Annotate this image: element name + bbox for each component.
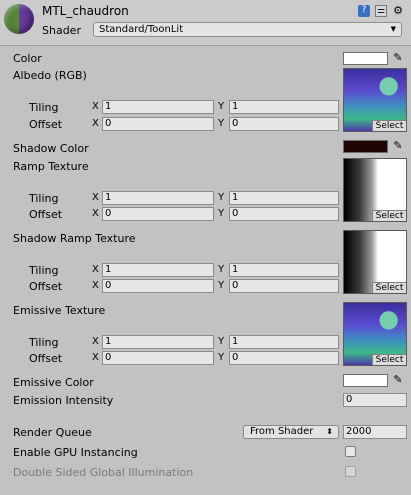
- shadow-color-swatch[interactable]: [343, 140, 388, 153]
- shadow-ramp-offset-y[interactable]: 0: [229, 279, 339, 293]
- emissive-offset-x[interactable]: 0: [102, 351, 214, 365]
- x-label: X: [92, 280, 99, 291]
- chevron-down-icon: ▼: [390, 25, 396, 33]
- shadow-ramp-texture-slot[interactable]: Select: [343, 230, 407, 294]
- material-header: MTL_chaudron ? ⚌ ⚙ Shader Standard/ToonL…: [0, 0, 411, 46]
- albedo-select-button[interactable]: Select: [372, 120, 406, 131]
- offset-label: Offset: [29, 118, 63, 131]
- preset-icon[interactable]: ⚌: [375, 5, 387, 17]
- ramp-offset-x[interactable]: 0: [102, 207, 214, 221]
- y-label: Y: [218, 352, 225, 363]
- y-label: Y: [218, 208, 225, 219]
- render-queue-field[interactable]: 2000: [343, 425, 407, 439]
- emissive-select-button[interactable]: Select: [372, 354, 406, 365]
- albedo-tiling-y[interactable]: 1: [229, 100, 339, 114]
- albedo-texture-slot[interactable]: Select: [343, 68, 407, 132]
- y-label: Y: [218, 101, 225, 112]
- tiling-label: Tiling: [29, 101, 59, 114]
- shader-label: Shader: [42, 24, 81, 37]
- ramp-offset-y[interactable]: 0: [229, 207, 339, 221]
- emissive-tiling-y[interactable]: 1: [229, 335, 339, 349]
- x-label: X: [92, 192, 99, 203]
- y-label: Y: [218, 280, 225, 291]
- emission-intensity-field[interactable]: 0: [343, 393, 407, 407]
- x-label: X: [92, 336, 99, 347]
- color-swatch[interactable]: [343, 52, 388, 65]
- eyedropper-icon[interactable]: ✎: [392, 140, 404, 153]
- eyedropper-icon[interactable]: ✎: [392, 374, 404, 387]
- shader-dropdown[interactable]: Standard/ToonLit ▼: [93, 22, 402, 37]
- ramp-select-button[interactable]: Select: [372, 210, 406, 221]
- shadow-ramp-tiling-x[interactable]: 1: [102, 263, 214, 277]
- offset-label: Offset: [29, 352, 63, 365]
- y-label: Y: [218, 118, 225, 129]
- ramp-tiling-x[interactable]: 1: [102, 191, 214, 205]
- albedo-offset-x[interactable]: 0: [102, 117, 214, 131]
- albedo-tiling-x[interactable]: 1: [102, 100, 214, 114]
- ramp-texture-label: Ramp Texture: [13, 160, 89, 173]
- emissive-color-swatch[interactable]: [343, 374, 388, 387]
- settings-icon[interactable]: ⚙: [392, 5, 404, 17]
- ramp-tiling-y[interactable]: 1: [229, 191, 339, 205]
- y-label: Y: [218, 336, 225, 347]
- material-preview-icon: [4, 4, 34, 34]
- shader-value: Standard/ToonLit: [99, 24, 184, 35]
- x-label: X: [92, 118, 99, 129]
- y-label: Y: [218, 192, 225, 203]
- render-queue-label: Render Queue: [13, 426, 92, 439]
- shadow-ramp-tiling-y[interactable]: 1: [229, 263, 339, 277]
- offset-label: Offset: [29, 280, 63, 293]
- tiling-label: Tiling: [29, 336, 59, 349]
- color-label: Color: [13, 52, 42, 65]
- tiling-label: Tiling: [29, 192, 59, 205]
- help-icon[interactable]: ?: [358, 5, 370, 17]
- emissive-texture-label: Emissive Texture: [13, 304, 106, 317]
- ramp-texture-slot[interactable]: Select: [343, 158, 407, 222]
- x-label: X: [92, 101, 99, 112]
- tiling-label: Tiling: [29, 264, 59, 277]
- updown-arrow-icon: ⬍: [326, 427, 333, 436]
- emissive-offset-y[interactable]: 0: [229, 351, 339, 365]
- shadow-ramp-offset-x[interactable]: 0: [102, 279, 214, 293]
- x-label: X: [92, 208, 99, 219]
- eyedropper-icon[interactable]: ✎: [392, 52, 404, 65]
- emission-intensity-label: Emission Intensity: [13, 394, 114, 407]
- shadow-ramp-select-button[interactable]: Select: [372, 282, 406, 293]
- gpu-instancing-label: Enable GPU Instancing: [13, 446, 138, 459]
- double-sided-gi-label: Double Sided Global Illumination: [13, 466, 194, 479]
- x-label: X: [92, 264, 99, 275]
- gpu-instancing-checkbox[interactable]: [345, 446, 356, 457]
- render-queue-mode: From Shader: [250, 426, 314, 437]
- double-sided-gi-checkbox: [345, 466, 356, 477]
- material-name: MTL_chaudron: [42, 4, 129, 18]
- albedo-offset-y[interactable]: 0: [229, 117, 339, 131]
- shadow-ramp-label: Shadow Ramp Texture: [13, 232, 136, 245]
- render-queue-dropdown[interactable]: From Shader ⬍: [243, 425, 339, 439]
- emissive-tiling-x[interactable]: 1: [102, 335, 214, 349]
- x-label: X: [92, 352, 99, 363]
- shadow-color-label: Shadow Color: [13, 142, 89, 155]
- y-label: Y: [218, 264, 225, 275]
- emissive-color-label: Emissive Color: [13, 376, 94, 389]
- emissive-texture-slot[interactable]: Select: [343, 302, 407, 366]
- offset-label: Offset: [29, 208, 63, 221]
- albedo-label: Albedo (RGB): [13, 69, 87, 82]
